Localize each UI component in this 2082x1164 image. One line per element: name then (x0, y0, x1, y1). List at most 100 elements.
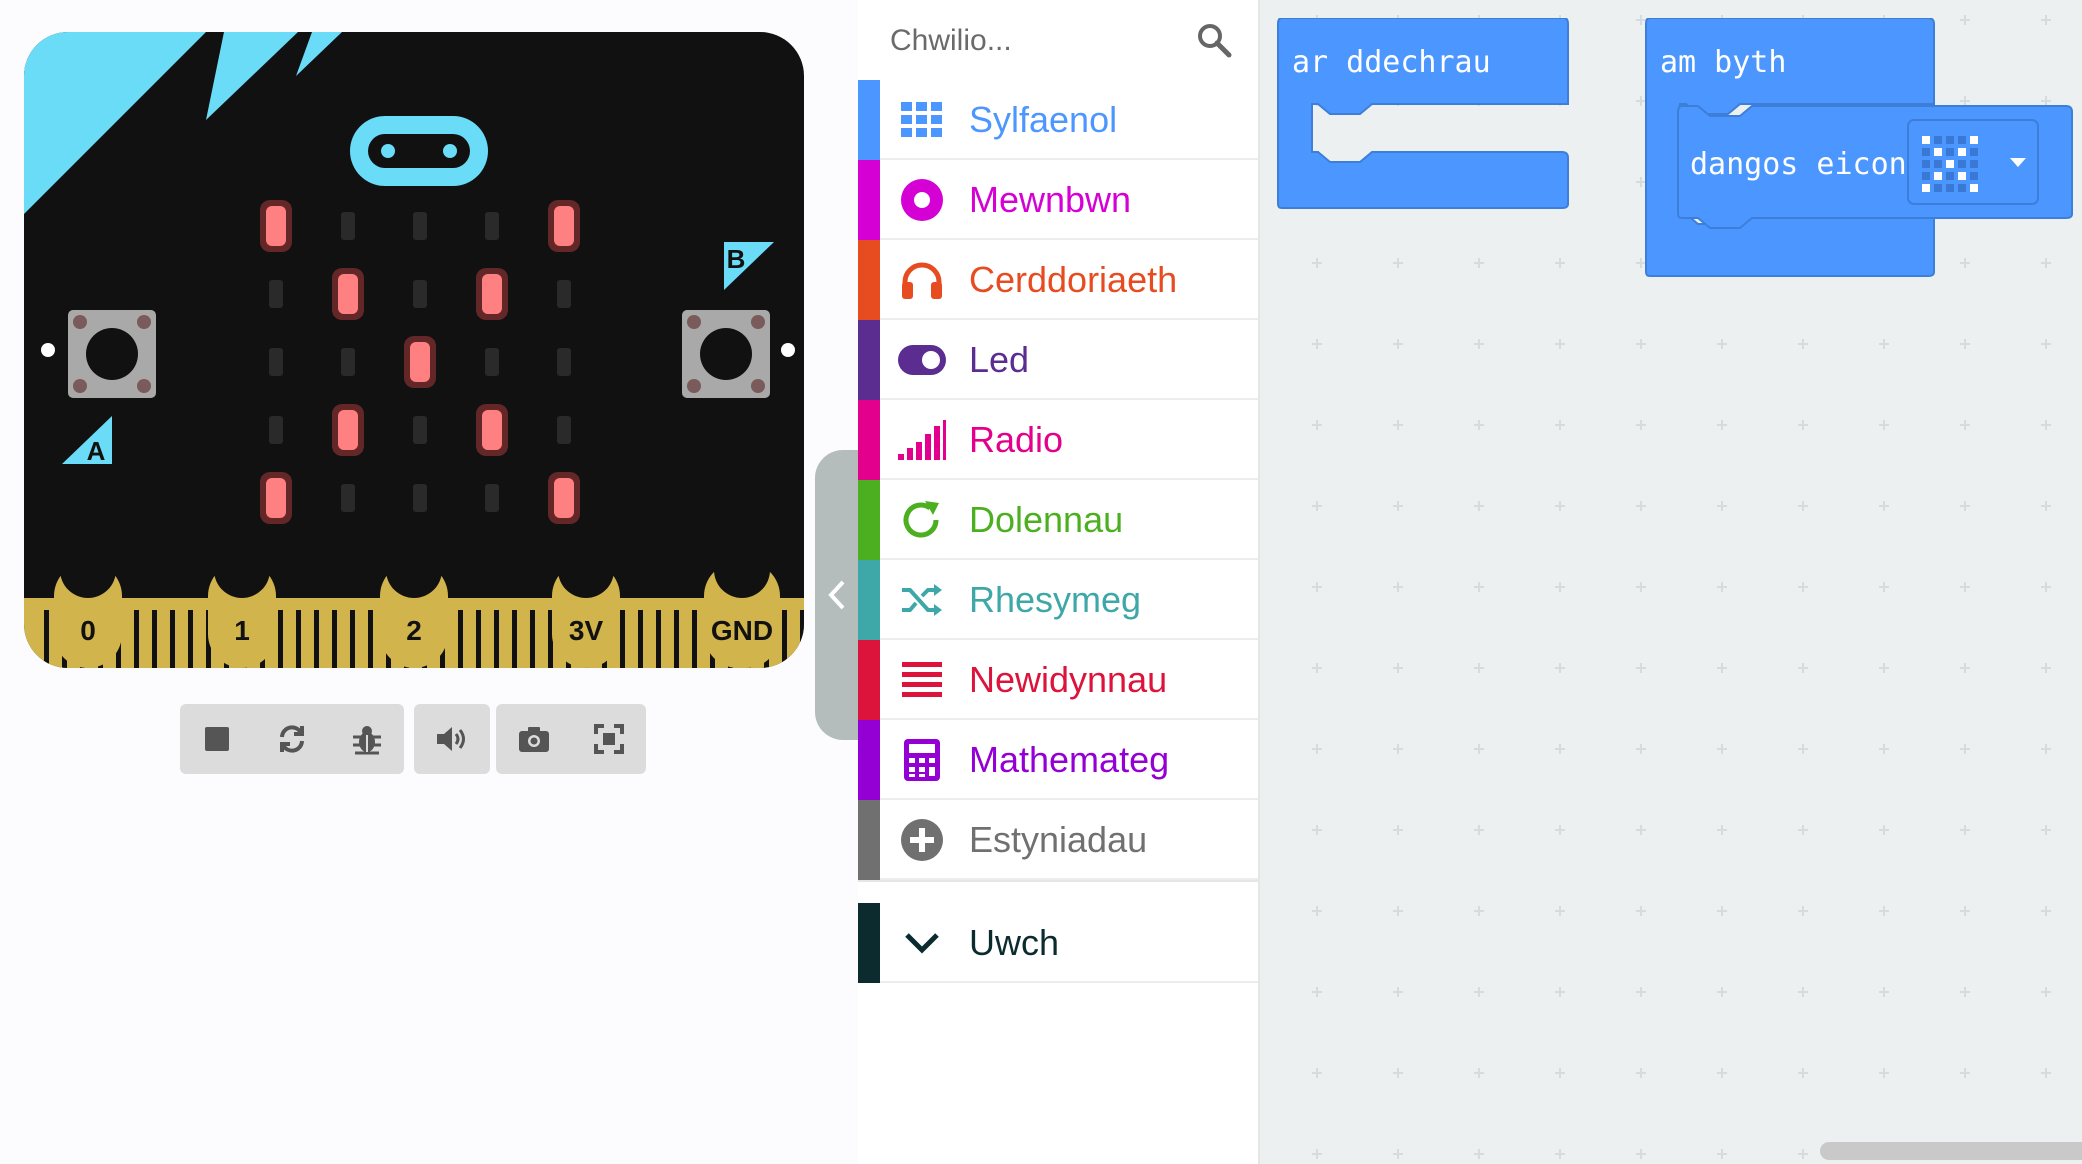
icon-pixel (1970, 148, 1978, 156)
stop-icon (205, 727, 230, 751)
category-color-bar (858, 903, 880, 983)
plus-circle-icon (898, 816, 946, 864)
capture-group (496, 704, 646, 774)
sound-icon (437, 727, 465, 751)
chevron-down-icon (898, 919, 946, 967)
icon-pixel (1958, 160, 1966, 168)
icon-pixel (1946, 160, 1954, 168)
search-input[interactable] (888, 14, 1192, 68)
led-pixel (269, 348, 283, 376)
restart-icon (279, 725, 304, 753)
microbit-logo[interactable] (350, 116, 488, 186)
simulator-controls-group (180, 704, 404, 774)
icon-pixel (1922, 172, 1930, 180)
mute-button[interactable] (422, 709, 482, 769)
led-pixel (260, 200, 292, 252)
screenshot-button[interactable] (504, 709, 564, 769)
category-color-bar (858, 240, 880, 320)
category-label: Estyniadau (969, 819, 1148, 860)
category-led[interactable]: Led (858, 320, 1258, 400)
toolbox-divider (858, 880, 1258, 882)
category-dolennau[interactable]: Dolennau (858, 480, 1258, 560)
led-pixel (332, 404, 364, 456)
fullscreen-button[interactable] (579, 709, 639, 769)
fullscreen-icon (593, 724, 624, 754)
category-newidynnau[interactable]: Newidynnau (858, 640, 1258, 720)
chevron-left-icon (828, 580, 845, 610)
category-color-bar (858, 800, 880, 880)
icon-pixel (1970, 136, 1978, 144)
icon-pixel (1934, 172, 1942, 180)
stop-button[interactable] (187, 709, 247, 769)
category-color-bar (858, 640, 880, 720)
category-label: Newidynnau (969, 659, 1168, 700)
category-radio[interactable]: Radio (858, 400, 1258, 480)
list-icon (898, 656, 946, 704)
microbit-board: A B 0 1 2 3V GND (24, 32, 804, 668)
pin-3v[interactable]: 3V (552, 542, 620, 668)
signal-bars-icon (898, 416, 946, 464)
icon-pixel (1922, 160, 1930, 168)
block-on-start-label: ar ddechrau (1292, 45, 1491, 80)
simulator-toolbar (0, 704, 856, 776)
horizontal-scrollbar[interactable] (1820, 1142, 2082, 1160)
block-on-start[interactable]: ar ddechrau (1276, 18, 1570, 210)
icon-pixel (1946, 172, 1954, 180)
category-cerddoriaeth[interactable]: Cerddoriaeth (858, 240, 1258, 320)
pin-label: GND (711, 615, 773, 646)
button-b-label: B (727, 244, 746, 274)
block-forever-label: am byth (1660, 45, 1786, 80)
icon-pixel (1958, 148, 1966, 156)
pin-0[interactable]: 0 (54, 542, 122, 668)
icon-pixel (1946, 136, 1954, 144)
icon-pixel (1958, 184, 1966, 192)
refresh-icon (898, 496, 946, 544)
screenshot-icon (518, 727, 549, 752)
led-pixel (404, 336, 436, 388)
category-estyniadau[interactable]: Estyniadau (858, 800, 1258, 880)
icon-pixel (1934, 160, 1942, 168)
blocks-workspace[interactable]: ar ddechrau am byth dangos eicon (1260, 0, 2082, 1164)
led-pixel (476, 404, 508, 456)
circle-dot-icon (898, 176, 946, 224)
category-mathemateg[interactable]: Mathemateg (858, 720, 1258, 800)
icon-pixel (1922, 148, 1930, 156)
icon-pixel (1946, 148, 1954, 156)
led-pixel (485, 348, 499, 376)
pin-label: 3V (569, 615, 604, 646)
sound-group (414, 704, 490, 774)
icon-pixel (1934, 136, 1942, 144)
category-mewnbwn[interactable]: Mewnbwn (858, 160, 1258, 240)
category-label: Cerddoriaeth (969, 259, 1178, 300)
category-advanced[interactable]: Uwch (858, 903, 1258, 983)
debug-button[interactable] (337, 709, 397, 769)
led-pixel (260, 472, 292, 524)
category-sylfaenol[interactable]: Sylfaenol (858, 80, 1258, 160)
search-icon[interactable] (1196, 22, 1232, 58)
pin-1[interactable]: 1 (208, 542, 276, 668)
category-label: Mewnbwn (969, 179, 1132, 220)
led-pixel (341, 212, 355, 240)
icon-picker-dropdown[interactable] (1907, 119, 2039, 205)
category-color-bar (858, 720, 880, 800)
simulator-panel: A B 0 1 2 3V GND (0, 0, 856, 1164)
collapse-simulator-button[interactable] (815, 450, 859, 740)
pin-2[interactable]: 2 (380, 542, 448, 668)
category-color-bar (858, 160, 880, 240)
led-pixel (332, 268, 364, 320)
icon-pixel (1970, 184, 1978, 192)
category-label: Radio (969, 419, 1064, 460)
block-show-icon[interactable]: dangos eicon (1676, 104, 2074, 236)
toolbox: Sylfaenol Mewnbwn Cerddoriaeth Led (858, 0, 1260, 1164)
led-pixel (485, 484, 499, 512)
toggle-icon (898, 336, 946, 384)
led-pixel (269, 416, 283, 444)
led-pixel (341, 348, 355, 376)
icon-pixel (1922, 184, 1930, 192)
category-label: Led (969, 339, 1030, 380)
button-a-label: A (87, 436, 106, 466)
restart-button[interactable] (262, 709, 322, 769)
icon-pixel (1922, 136, 1930, 144)
category-rhesymeg[interactable]: Rhesymeg (858, 560, 1258, 640)
led-pixel (476, 268, 508, 320)
